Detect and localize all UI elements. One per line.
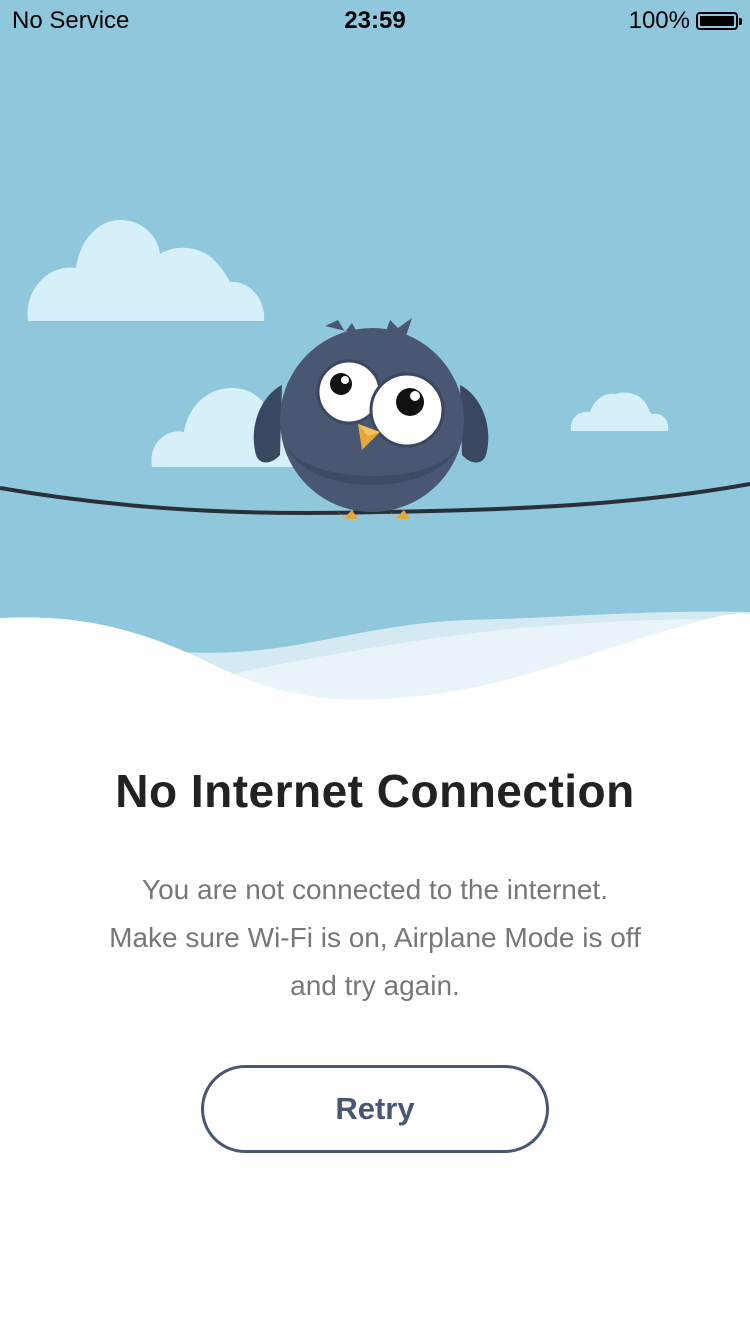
battery-fill [700,16,734,26]
battery-percent: 100% [628,7,690,34]
battery-icon [696,12,742,30]
message-line: and try again. [290,970,460,1001]
page-title: No Internet Connection [115,765,635,817]
status-bar: No Service 23:59 100% [0,0,750,40]
message-line: Make sure Wi-Fi is on, Airplane Mode is … [109,922,641,953]
message-line: You are not connected to the internet. [142,874,608,905]
no-internet-screen: No Service 23:59 100% No Internet Connec… [0,0,750,1334]
retry-button[interactable]: Retry [201,1065,549,1153]
owl-illustration [0,0,750,710]
battery-indicator: 100% [628,7,742,35]
error-message: You are not connected to the internet. M… [60,866,690,1010]
